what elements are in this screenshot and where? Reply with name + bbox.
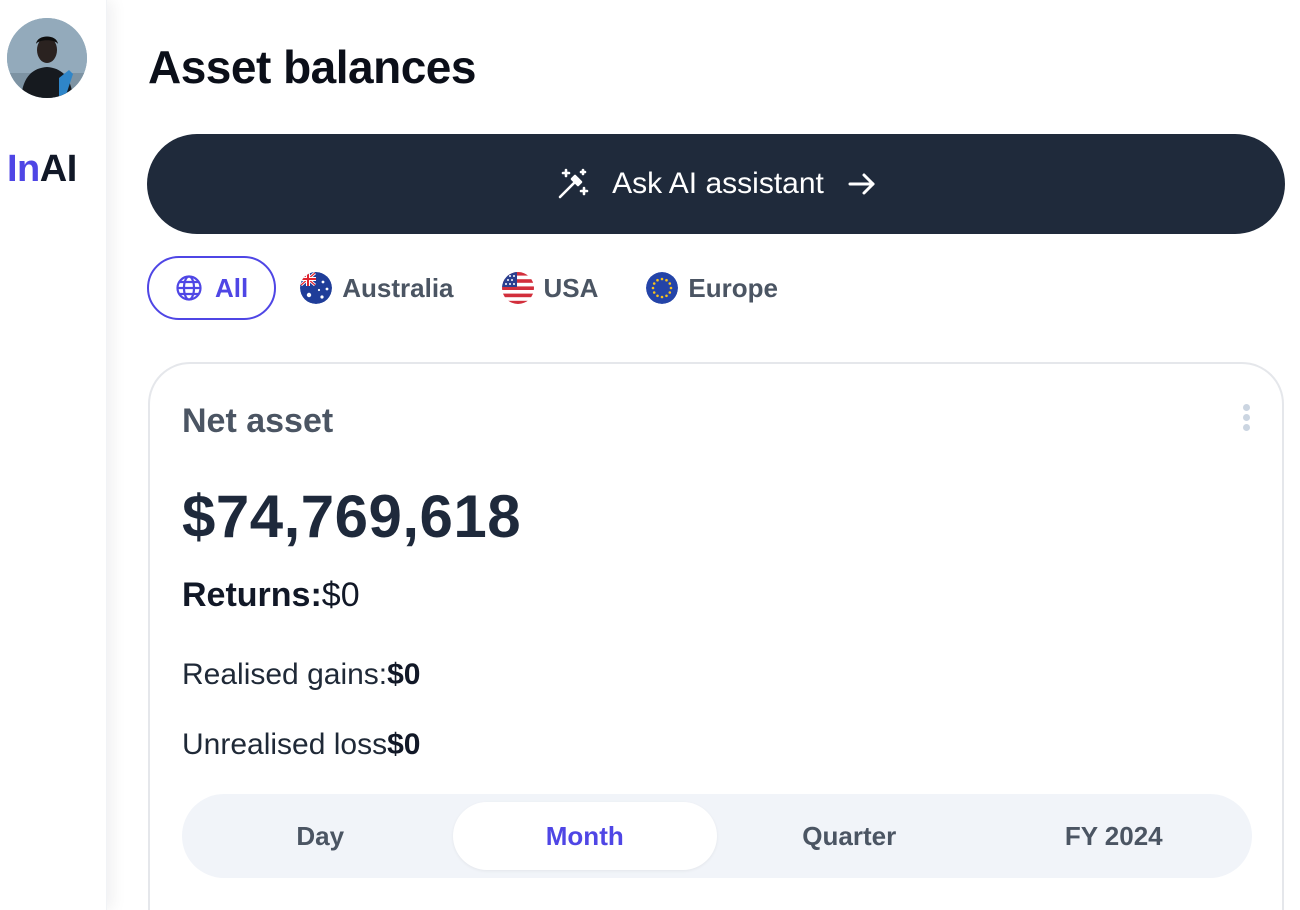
region-tab-label: Australia [342, 272, 454, 303]
realised-gains-row: Realised gains:$0 [182, 658, 421, 692]
usa-flag-icon [501, 272, 534, 304]
australia-flag-icon [300, 272, 333, 304]
realised-gains-label: Realised gains: [182, 658, 388, 691]
sidebar: InAI [0, 0, 107, 910]
period-selector: Day Month Quarter FY 2024 [182, 794, 1252, 878]
globe-icon [176, 275, 202, 301]
period-tab-month[interactable]: Month [452, 802, 717, 870]
returns-label: Returns: [182, 576, 322, 614]
region-tab-label: All [215, 272, 249, 303]
region-tab-europe[interactable]: Europe [646, 272, 778, 304]
region-tab-label: USA [543, 272, 599, 303]
page-title: Asset balances [148, 41, 476, 93]
ask-ai-assistant-label: Ask AI assistant [612, 167, 824, 200]
region-tab-usa[interactable]: USA [501, 272, 599, 304]
net-asset-amount: $74,769,618 [182, 483, 522, 550]
avatar[interactable] [7, 18, 87, 98]
net-asset-card: Net asset $74,769,618 Returns:$0 Realise… [148, 362, 1284, 910]
region-tab-label: Europe [688, 272, 778, 303]
realised-gains-value: $0 [387, 658, 421, 691]
logo-suffix: AI [39, 148, 78, 190]
unrealised-loss-row: Unrealised loss$0 [182, 728, 420, 762]
period-tab-quarter[interactable]: Quarter [717, 802, 982, 870]
unrealised-loss-value: $0 [387, 728, 421, 761]
eu-flag-icon [646, 272, 679, 304]
period-tab-fy-2024[interactable]: FY 2024 [982, 802, 1247, 870]
arrow-right-icon [846, 168, 878, 200]
region-tab-all[interactable]: All [147, 256, 277, 320]
region-filter: All Australia USA Europe [147, 254, 778, 322]
more-options-icon[interactable] [1240, 404, 1252, 436]
magic-wand-icon [554, 166, 590, 202]
net-asset-title: Net asset [182, 402, 334, 440]
region-tab-australia[interactable]: Australia [300, 272, 454, 304]
returns-row: Returns:$0 [182, 576, 360, 615]
returns-value: $0 [321, 576, 360, 614]
logo-prefix: In [7, 148, 40, 190]
ask-ai-assistant-button[interactable]: Ask AI assistant [147, 134, 1285, 234]
period-tab-day[interactable]: Day [188, 802, 453, 870]
unrealised-loss-label: Unrealised loss [182, 728, 388, 761]
app-logo[interactable]: InAI [7, 148, 77, 191]
avatar-photo [7, 18, 87, 98]
